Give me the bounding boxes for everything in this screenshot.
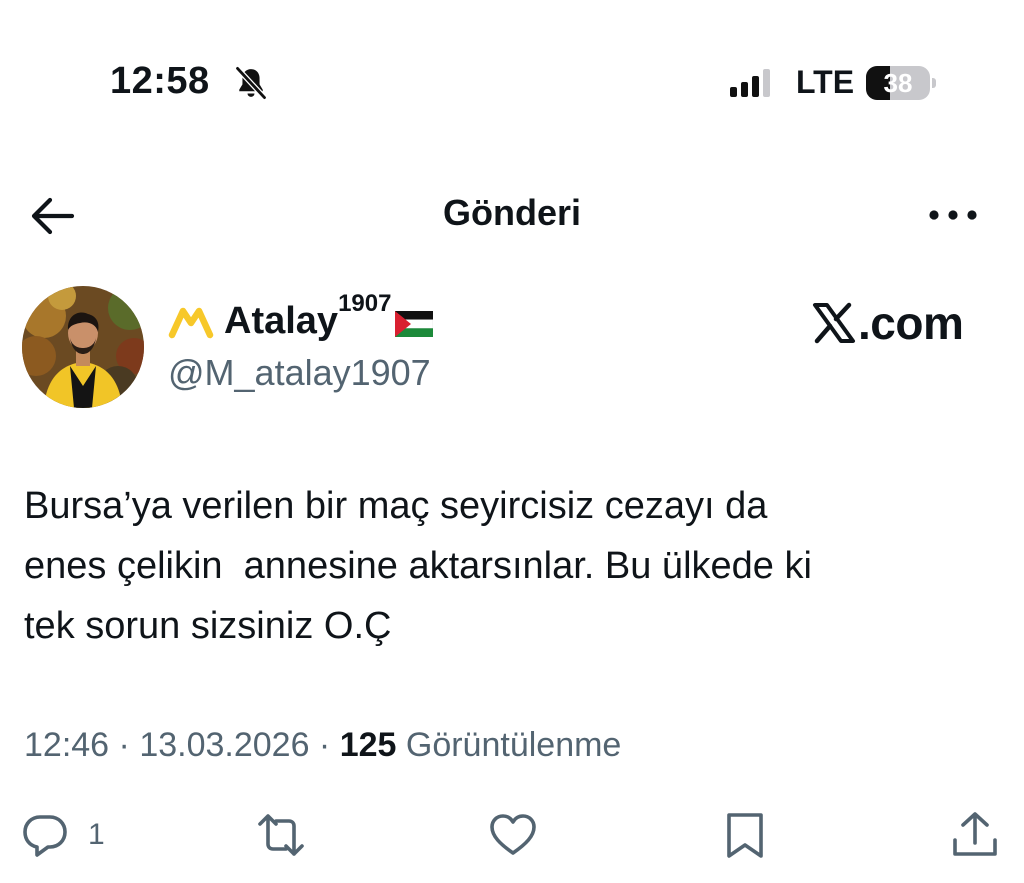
reply-count: 1 — [88, 818, 105, 851]
author-handle[interactable]: @M_atalay1907 — [168, 352, 431, 394]
avatar-photo — [22, 286, 144, 408]
like-button[interactable] — [488, 810, 538, 860]
author-display-name-suffix: 1907 — [338, 289, 392, 317]
arrow-left-icon — [31, 197, 75, 235]
status-time: 12:58 — [110, 60, 210, 102]
x-logo-icon — [813, 302, 855, 344]
cellular-signal-icon — [730, 69, 770, 97]
heart-icon — [490, 814, 536, 855]
status-bar: 12:58 LTE 38 — [0, 0, 1024, 160]
nav-bar: Gönderi — [0, 180, 1024, 250]
views-label: Görüntülenme — [396, 726, 622, 764]
meta-separator: · — [309, 726, 340, 764]
retweet-button[interactable] — [256, 810, 306, 860]
author-display-name-text: Atalay — [224, 299, 339, 342]
author-name-row[interactable]: Atalay1907 — [168, 291, 434, 346]
share-icon — [953, 812, 997, 856]
more-options-button[interactable] — [926, 200, 980, 230]
battery-indicator: 38 — [866, 66, 936, 100]
views-count: 125 — [339, 726, 397, 764]
battery-percent: 38 — [883, 68, 913, 98]
reply-button[interactable]: 1 — [20, 810, 105, 860]
x-com-watermark: .com — [812, 296, 964, 350]
back-button[interactable] — [28, 194, 76, 238]
palestine-flag-icon — [395, 311, 434, 337]
post-meta: 12:46 · 13.03.2026 · 125 Görüntülenme — [24, 726, 621, 765]
action-bar: 1 — [0, 800, 1024, 870]
reply-icon — [23, 815, 67, 857]
post-time[interactable]: 12:46 — [24, 726, 109, 764]
more-horizontal-icon — [929, 210, 977, 220]
battery-nub — [932, 78, 936, 88]
share-button[interactable] — [950, 810, 1000, 860]
battery-shell: 38 — [866, 66, 930, 100]
network-label: LTE — [796, 64, 855, 100]
page-title: Gönderi — [442, 192, 581, 233]
retweet-icon — [258, 814, 304, 856]
brand-mark-icon — [168, 307, 214, 339]
author-display-name: Atalay1907 — [224, 291, 391, 343]
post-date[interactable]: 13.03.2026 — [139, 726, 309, 764]
bookmark-icon — [727, 813, 763, 858]
x-com-text: .com — [858, 297, 964, 349]
post-text: Bursa’ya verilen bir maç seyircisiz ceza… — [24, 485, 812, 647]
bell-slash-icon — [235, 66, 267, 100]
bookmark-button[interactable] — [720, 810, 770, 860]
meta-separator: · — [109, 726, 140, 764]
avatar[interactable] — [22, 286, 144, 408]
